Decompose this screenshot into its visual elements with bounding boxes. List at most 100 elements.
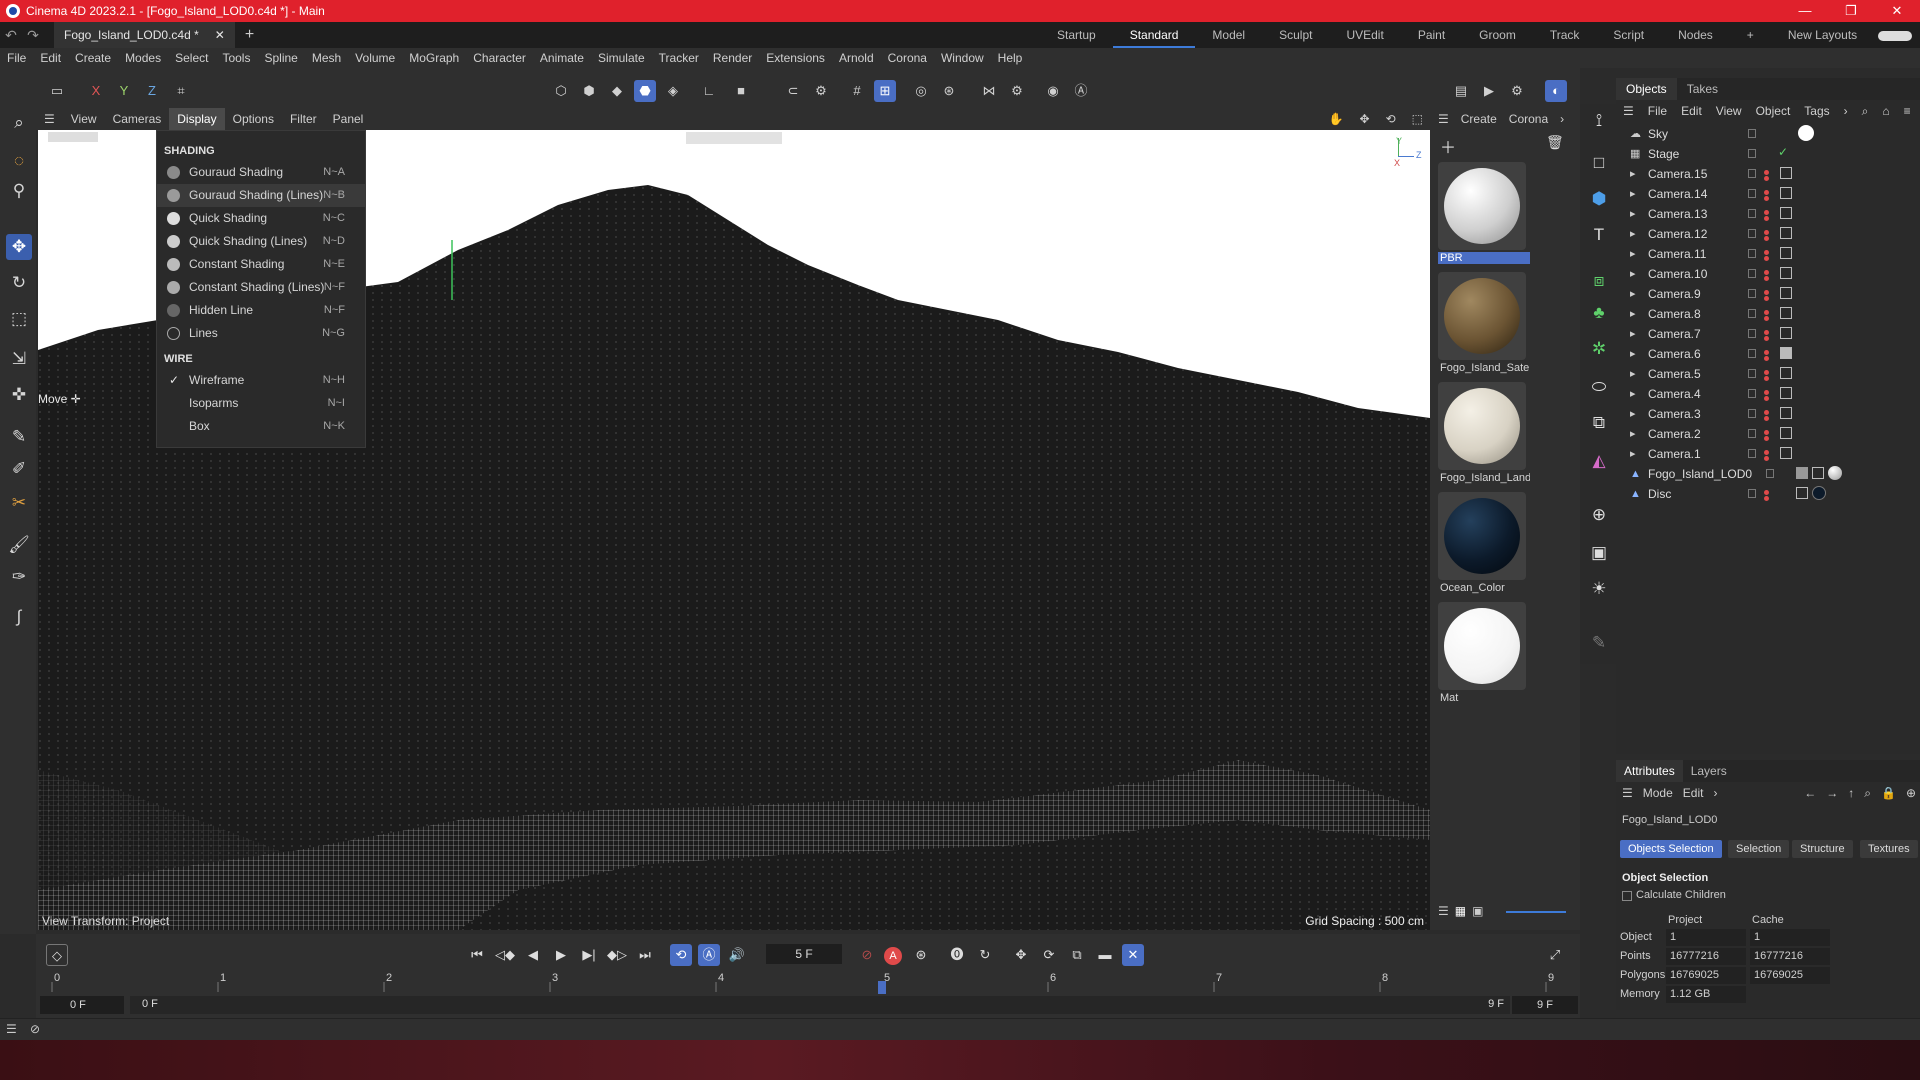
tab-objects[interactable]: Objects — [1616, 78, 1677, 100]
menu-item-hidden-line[interactable]: Hidden Line N~F — [157, 299, 365, 322]
layout-startup[interactable]: Startup — [1040, 22, 1113, 48]
coordinate-tool-icon[interactable]: ✜ — [6, 382, 32, 408]
objects-menu-view[interactable]: View — [1709, 104, 1749, 118]
object-row-camera-14[interactable]: ▸ Camera.14 — [1616, 184, 1920, 204]
add-tab-button[interactable]: + — [245, 26, 254, 44]
object-row-camera-11[interactable]: ▸ Camera.11 — [1616, 244, 1920, 264]
minimize-button[interactable]: — — [1782, 0, 1828, 22]
render-to-picture-viewer-icon[interactable]: ▶ — [1478, 80, 1500, 102]
camera-tag-icon[interactable] — [1780, 427, 1792, 439]
grid-view-icon[interactable]: ▦ — [1455, 904, 1466, 918]
go-to-start-icon[interactable]: ⏮ — [466, 944, 488, 966]
next-key-icon[interactable]: ◆▷ — [606, 944, 628, 966]
layout-sculpt[interactable]: Sculpt — [1262, 22, 1329, 48]
menu-spline[interactable]: Spline — [257, 51, 304, 65]
add-layout-button[interactable]: + — [1730, 22, 1771, 48]
camera-selector[interactable] — [686, 132, 782, 144]
sketch-tool-icon[interactable]: ✐ — [6, 456, 32, 482]
layout-toggle-icon[interactable] — [1874, 22, 1916, 48]
camera-tag-icon[interactable] — [1780, 227, 1792, 239]
menu-item-wireframe[interactable]: ✓ Wireframe N~H — [157, 369, 365, 392]
record-disabled-icon[interactable]: ⊘ — [856, 944, 878, 966]
object-row-camera-2[interactable]: ▸ Camera.2 — [1616, 424, 1920, 444]
snap-icon[interactable]: ⊂ — [782, 80, 804, 102]
orbit-view-icon[interactable]: ⟲ — [1378, 108, 1404, 130]
menu-item-gouraud-shading[interactable]: Gouraud Shading N~A — [157, 161, 365, 184]
key-scale-icon[interactable]: ✥ — [1010, 944, 1032, 966]
timeline-ruler[interactable]: 0123456789 — [46, 972, 1576, 994]
attributes-hamburger-icon[interactable]: ☰ — [1622, 786, 1633, 800]
material-mat[interactable]: Mat — [1438, 602, 1530, 704]
symmetry-settings-icon[interactable]: ⚙ — [1006, 80, 1028, 102]
maximize-view-icon[interactable]: ⬚ — [1404, 108, 1431, 130]
menu-item-constant-shading[interactable]: Constant Shading N~E — [157, 253, 365, 276]
magnet-tool-icon[interactable]: ∫ — [6, 604, 32, 630]
object-row-camera-9[interactable]: ▸ Camera.9 — [1616, 284, 1920, 304]
viewport-menu-filter[interactable]: Filter — [282, 108, 325, 130]
menu-arnold[interactable]: Arnold — [832, 51, 881, 65]
subtab-objects-selection[interactable]: Objects Selection — [1620, 840, 1722, 858]
status-hamburger-icon[interactable]: ☰ — [6, 1022, 17, 1036]
render-region-icon[interactable]: ◎ — [910, 80, 932, 102]
object-row-camera-5[interactable]: ▸ Camera.5 — [1616, 364, 1920, 384]
menu-mesh[interactable]: Mesh — [305, 51, 348, 65]
edges-mode-icon[interactable]: ⬢ — [578, 80, 600, 102]
dynamic-placement-icon[interactable]: Ⓐ — [1070, 80, 1092, 102]
menu-edit[interactable]: Edit — [33, 51, 68, 65]
text-icon[interactable]: T — [1586, 222, 1612, 248]
object-row-camera-15[interactable]: ▸ Camera.15 — [1616, 164, 1920, 184]
uv-mode-icon[interactable]: ◈ — [662, 80, 684, 102]
layout-standard[interactable]: Standard — [1112, 22, 1196, 48]
maximize-button[interactable]: ❐ — [1828, 0, 1874, 22]
object-row-disc[interactable]: ▲ Disc — [1616, 484, 1920, 504]
rotate-tool-icon[interactable]: ↻ — [6, 270, 32, 296]
camera-create-icon[interactable]: ▣ — [1586, 540, 1612, 566]
objects-menu-tags[interactable]: Tags — [1797, 104, 1836, 118]
light-icon[interactable]: ☀ — [1586, 576, 1612, 602]
pan-view-icon[interactable]: ✋ — [1321, 108, 1352, 130]
viewport-menu-cameras[interactable]: Cameras — [105, 108, 170, 130]
menu-select[interactable]: Select — [168, 51, 215, 65]
workplane-icon[interactable]: ∟ — [698, 80, 720, 102]
camera-tag-icon[interactable] — [1780, 387, 1792, 399]
move-view-icon[interactable]: ✥ — [1352, 108, 1378, 130]
search-icon[interactable]: ⌕ — [6, 110, 32, 136]
attributes-menu-mode[interactable]: Mode — [1643, 786, 1673, 800]
record-active-keys-button[interactable]: A — [884, 947, 902, 965]
layout-script[interactable]: Script — [1596, 22, 1661, 48]
menu-item-isoparms[interactable]: Isoparms N~I — [157, 392, 365, 415]
snap-settings-icon[interactable]: ⚙ — [810, 80, 832, 102]
sky-material-tag-icon[interactable] — [1798, 125, 1814, 141]
sound-icon[interactable]: 🔊 — [726, 944, 748, 966]
layout-groom[interactable]: Groom — [1462, 22, 1533, 48]
uvw-tag-icon[interactable] — [1796, 487, 1808, 499]
model-mode-icon[interactable]: ⬣ — [634, 80, 656, 102]
menu-item-quick-shading-lines[interactable]: Quick Shading (Lines) N~D — [157, 230, 365, 253]
camera-tag-icon[interactable] — [1780, 407, 1792, 419]
search-icon[interactable]: ⌕ — [1864, 786, 1871, 801]
transform-tool-icon[interactable]: ⇲ — [6, 346, 32, 372]
render-view-icon[interactable]: ▤ — [1450, 80, 1472, 102]
calculate-children-checkbox[interactable] — [1622, 891, 1632, 901]
new-layouts-label[interactable]: New Layouts — [1771, 22, 1874, 48]
cursor-object-icon[interactable]: ⟟ — [1586, 108, 1612, 134]
material-tag-icon[interactable] — [1828, 466, 1842, 480]
search-icon[interactable]: ⌕ — [1855, 104, 1876, 119]
objects-menu-file[interactable]: File — [1641, 104, 1674, 118]
camera-tag-icon[interactable] — [1780, 307, 1792, 319]
layout-uvedit[interactable]: UVEdit — [1329, 22, 1400, 48]
axis-y-toggle[interactable]: Y — [113, 80, 135, 102]
object-row-camera-4[interactable]: ▸ Camera.4 — [1616, 384, 1920, 404]
chevron-right-icon[interactable]: › — [1837, 104, 1855, 118]
layout-model[interactable]: Model — [1195, 22, 1262, 48]
menu-character[interactable]: Character — [466, 51, 533, 65]
new-window-icon[interactable]: ⊕ — [1906, 786, 1916, 800]
symmetry-icon[interactable]: ⋈ — [978, 80, 1000, 102]
camera-tag-icon[interactable] — [1780, 247, 1792, 259]
deformer-icon[interactable]: ⬭ — [1586, 374, 1612, 400]
viewport-solo-icon[interactable]: ◉ — [1042, 80, 1064, 102]
spline-pen-icon[interactable]: ✎ — [6, 424, 32, 450]
cloner-icon[interactable]: ♣ — [1586, 300, 1612, 326]
camera-tag-icon[interactable] — [1780, 367, 1792, 379]
loop-icon[interactable]: ⟲ — [670, 944, 692, 966]
